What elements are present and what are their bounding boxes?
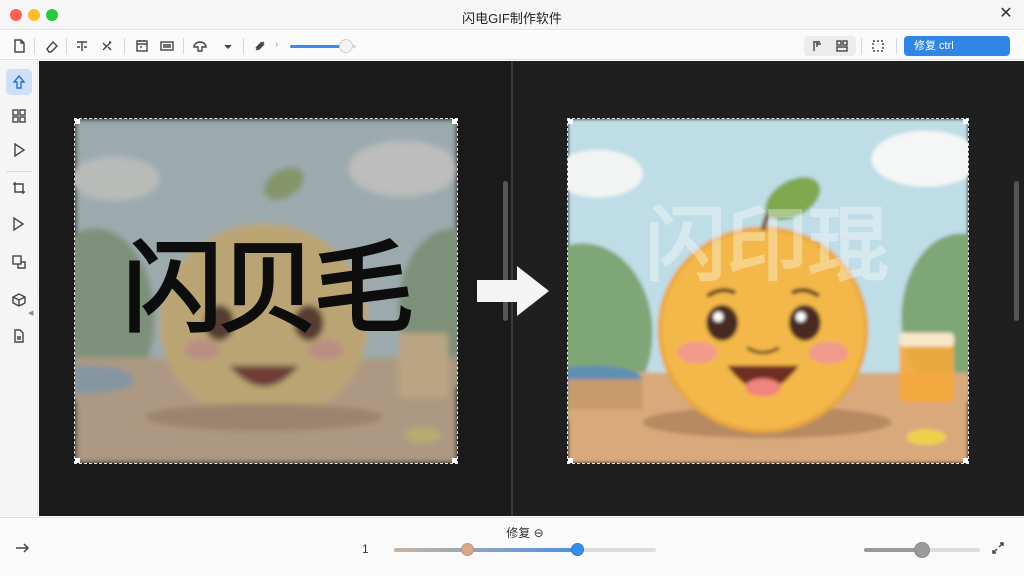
pointer-icon[interactable] bbox=[6, 69, 32, 95]
left-watermark-text: 闪贝毛 bbox=[123, 232, 412, 347]
preview-canvas: 闪贝毛 闪印琨 bbox=[39, 61, 1024, 516]
original-scene: 闪贝毛 bbox=[75, 119, 457, 463]
range-end-handle[interactable] bbox=[571, 543, 585, 556]
toolbar-divider bbox=[861, 38, 862, 54]
compare-view-icon[interactable] bbox=[832, 36, 852, 56]
bottom-bar: 修复 ⊖ 1 bbox=[0, 517, 1024, 576]
frame-handle[interactable] bbox=[568, 119, 573, 124]
title-bar: 闪电GIF制作软件 ✕ bbox=[0, 0, 1024, 30]
toolbar: › 修复 ctrl bbox=[0, 31, 1024, 60]
crop-icon[interactable] bbox=[6, 175, 32, 201]
flip-icon[interactable] bbox=[6, 211, 32, 237]
file-icon[interactable] bbox=[9, 36, 29, 56]
tool-sidebar: ◀ bbox=[0, 61, 38, 516]
right-watermark-text: 闪印琨 bbox=[645, 198, 890, 293]
frame-handle[interactable] bbox=[75, 458, 80, 463]
expand-indicator-icon: ◀ bbox=[28, 310, 34, 317]
toolbar-divider bbox=[124, 38, 125, 54]
frame-handle[interactable] bbox=[452, 119, 457, 124]
magic-icon[interactable] bbox=[97, 36, 117, 56]
result-scene: 闪印琨 bbox=[568, 119, 968, 463]
layers-icon[interactable] bbox=[157, 36, 177, 56]
frame-handle[interactable] bbox=[963, 458, 968, 463]
play-icon[interactable] bbox=[6, 137, 32, 163]
brush-icon[interactable] bbox=[250, 36, 270, 56]
fit-screen-icon[interactable] bbox=[990, 540, 1010, 560]
range-start-handle[interactable] bbox=[461, 543, 475, 556]
close-icon[interactable]: ✕ bbox=[998, 6, 1014, 22]
right-scrollbar[interactable] bbox=[1014, 181, 1019, 321]
app-title: 闪电GIF制作软件 bbox=[462, 11, 562, 26]
dropdown-icon[interactable] bbox=[218, 36, 238, 56]
grid-icon[interactable] bbox=[6, 103, 32, 129]
calendar-icon[interactable] bbox=[132, 36, 152, 56]
arrow-right-icon bbox=[477, 266, 549, 316]
palette-icon[interactable] bbox=[190, 36, 210, 56]
brush-size-fill bbox=[290, 45, 347, 48]
frame-range-fill bbox=[394, 548, 578, 552]
sidebar-divider bbox=[6, 171, 32, 172]
brush-size-knob[interactable] bbox=[339, 39, 354, 53]
original-image-frame[interactable]: 闪贝毛 bbox=[74, 118, 458, 464]
toolbar-divider bbox=[34, 38, 35, 54]
resize-icon[interactable] bbox=[6, 249, 32, 275]
eraser-icon[interactable] bbox=[42, 36, 62, 56]
zoom-knob[interactable] bbox=[914, 542, 930, 558]
chevron-right-icon: › bbox=[275, 39, 279, 50]
arrow-forward-icon[interactable] bbox=[14, 540, 34, 560]
result-image-frame[interactable]: 闪印琨 bbox=[567, 118, 969, 464]
frame-number: 1 bbox=[362, 542, 369, 556]
toolbar-divider bbox=[66, 38, 67, 54]
repair-caption: 修复 ⊖ bbox=[506, 526, 544, 540]
frame-handle[interactable] bbox=[963, 119, 968, 124]
frame-handle[interactable] bbox=[452, 458, 457, 463]
export-icon[interactable] bbox=[6, 323, 32, 349]
selection-icon[interactable] bbox=[868, 36, 888, 56]
split-view-icon[interactable] bbox=[808, 36, 828, 56]
frame-handle[interactable] bbox=[75, 119, 80, 124]
frame-handle[interactable] bbox=[568, 458, 573, 463]
toolbar-divider bbox=[183, 38, 184, 54]
text-icon[interactable] bbox=[72, 36, 92, 56]
toolbar-divider bbox=[243, 38, 244, 54]
repair-button[interactable]: 修复 ctrl bbox=[904, 36, 1010, 56]
toolbar-divider bbox=[896, 38, 897, 54]
